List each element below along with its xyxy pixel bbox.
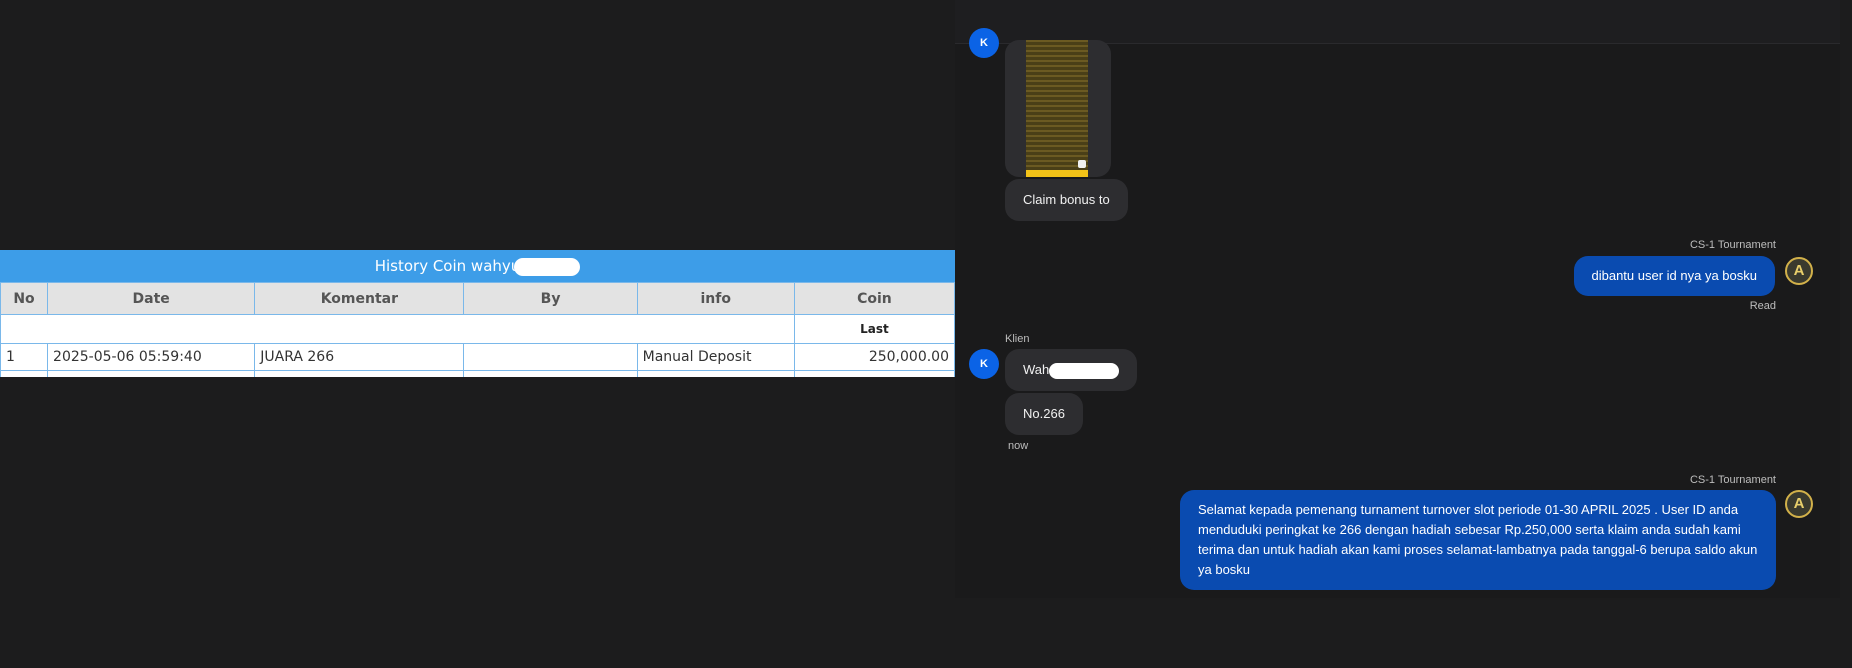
col-no: No — [0, 282, 49, 315]
redaction-mark — [514, 257, 581, 276]
message-time: now — [1008, 440, 1029, 452]
cell-coin: 250,000.00 — [793, 343, 955, 371]
history-coin-panel: History Coin wahyu No Date Komentar By i… — [0, 250, 955, 377]
client-sender-label: Klien — [1005, 333, 1030, 345]
agent-avatar: A — [1785, 257, 1813, 285]
chat-panel: K Claim bonus to CS-1 Tournament dibantu… — [955, 0, 1840, 598]
chat-header-bar — [955, 0, 1840, 44]
table-row: 1 2025-05-06 05:59:40 JUARA 266 Manual D… — [0, 343, 955, 371]
history-title: History Coin wahyu — [0, 250, 955, 282]
col-date: Date — [47, 282, 256, 315]
cell-date: 2025-05-06 05:59:40 — [47, 343, 256, 371]
last-label: Last — [793, 314, 955, 344]
redaction-mark — [1049, 362, 1120, 379]
message-claim-bonus: Claim bonus to — [1005, 179, 1128, 221]
message-agent-userid: dibantu user id nya ya bosku — [1573, 256, 1775, 296]
table-header-row: No Date Komentar By info Coin — [0, 282, 955, 315]
read-status: Read — [1749, 300, 1776, 312]
sender-label-2: CS-1 Tournament — [1689, 474, 1776, 486]
agent-avatar-2: A — [1785, 490, 1813, 518]
client-avatar-top: K — [969, 28, 999, 58]
cell-komentar: JUARA 266 — [254, 343, 465, 371]
cell-no: 1 — [0, 343, 49, 371]
message-client-no266: No.266 — [1005, 393, 1083, 435]
col-by: By — [463, 282, 638, 315]
col-coin: Coin — [793, 282, 955, 315]
message-client-wah: Wah — [1005, 349, 1138, 391]
cell-info: Manual Deposit — [636, 343, 795, 371]
col-info: info — [636, 282, 795, 315]
image-message[interactable] — [1005, 40, 1111, 177]
history-table: No Date Komentar By info Coin Last 1 202… — [0, 282, 955, 377]
screenshot-thumbnail[interactable] — [1026, 40, 1088, 177]
col-komentar: Komentar — [254, 282, 465, 315]
cell-by — [463, 343, 638, 371]
sender-label: CS-1 Tournament — [1689, 239, 1776, 251]
client-avatar: K — [969, 349, 999, 379]
message-agent-announcement: Selamat kepada pemenang turnament turnov… — [1180, 490, 1776, 590]
history-title-text: History Coin wahyu — [374, 257, 521, 275]
table-subheader-row: Last — [0, 314, 955, 344]
table-row-partial — [0, 370, 955, 377]
